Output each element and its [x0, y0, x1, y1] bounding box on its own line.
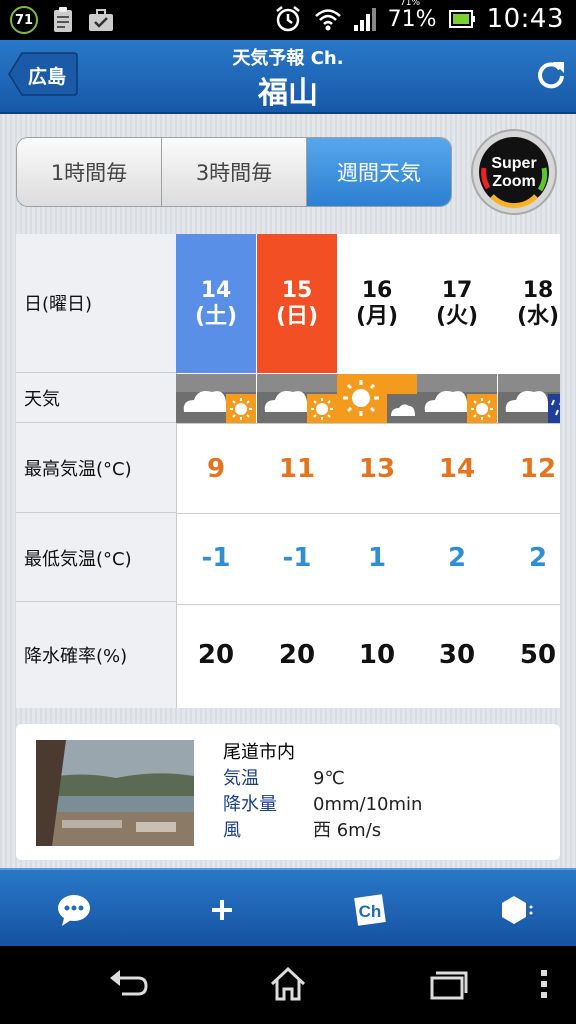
day-header: 14 (土): [176, 234, 256, 373]
hexagon-icon[interactable]: [496, 890, 536, 930]
super-zoom-line1: Super: [491, 155, 536, 172]
camera-info-value: 0mm/10min: [313, 794, 423, 815]
home-nav-icon[interactable]: [268, 966, 308, 1002]
menu-nav-icon[interactable]: [538, 966, 550, 1002]
plus-icon[interactable]: [202, 890, 242, 930]
signal-icon: [353, 8, 376, 31]
wifi-icon: [314, 9, 341, 31]
tab-weekly[interactable]: 週間天気: [307, 138, 451, 206]
ch-icon-label: Ch: [359, 902, 382, 921]
camera-info-value: 9℃: [313, 768, 345, 789]
min-temp: 2: [447, 543, 467, 573]
row-labels: 日(曜日) 天気 最高気温(°C) 最低気温(°C) 降水確率(%): [16, 234, 177, 708]
max-temp: 13: [358, 453, 396, 484]
sunny-then-cloudy-icon: [337, 374, 417, 423]
camera-info-row: 降水量 0mm/10min: [223, 792, 422, 818]
row-label-weather: 天気: [16, 374, 176, 423]
row-label-precip: 降水確率(%): [24, 646, 128, 667]
alarm-icon: [275, 6, 300, 32]
camera-location: 尾道市内: [223, 742, 295, 763]
super-zoom-line2: Zoom: [492, 173, 536, 190]
row-label-day: 日(曜日): [16, 234, 176, 373]
day-column[interactable]: 17 (火) 14 2 30: [417, 234, 497, 708]
weekly-forecast-table: 日(曜日) 天気 最高気温(°C) 最低気温(°C) 降水確率(%) 14 (土…: [16, 234, 560, 708]
max-temp: 12: [519, 453, 557, 484]
forecast-mode-tabs: 1時間毎 3時間毎 週間天気: [16, 137, 452, 207]
bottom-toolbar: Ch: [0, 868, 576, 948]
min-temp: -1: [282, 543, 312, 573]
battery-percent: 71%: [387, 6, 437, 32]
precip-chance: 30: [438, 640, 476, 670]
day-column[interactable]: 15 (日) 11 -1 20: [257, 234, 337, 708]
day-date: 16: [361, 277, 393, 303]
camera-info-row: 風 西 6m/s: [223, 818, 422, 844]
day-header: 16 (月): [337, 234, 417, 373]
max-temp: 14: [438, 453, 476, 484]
camera-info-value: 西 6m/s: [313, 820, 382, 841]
day-date: 17: [441, 277, 473, 303]
cloudy-then-rain-icon: [498, 374, 560, 423]
day-date: 15: [281, 277, 313, 303]
status-bar: 71 71% 71% 10:43: [0, 0, 576, 40]
cloudy-then-sunny-icon: [176, 374, 256, 423]
precip-chance: 20: [278, 640, 316, 670]
cloudy-then-sunny-icon: [257, 374, 337, 423]
min-temp: 2: [528, 543, 548, 573]
live-camera-card[interactable]: 尾道市内 気温 9℃ 降水量 0mm/10min 風 西 6m/s: [16, 724, 560, 860]
max-temp: 9: [206, 453, 226, 484]
day-weekday: (月): [355, 303, 399, 329]
max-temp: 11: [278, 453, 316, 484]
page-title: 福山: [258, 76, 318, 111]
cloudy-then-sunny-icon: [417, 374, 497, 423]
clipboard-icon: [54, 7, 72, 32]
day-column[interactable]: 16 (月) 13 1 10: [337, 234, 417, 708]
day-column[interactable]: 14 (土) 9 -1 20: [176, 234, 256, 708]
recents-nav-icon[interactable]: [428, 966, 468, 1002]
min-temp: 1: [367, 543, 387, 573]
ch-icon[interactable]: Ch: [350, 890, 390, 930]
day-header: 17 (火): [417, 234, 497, 373]
day-weekday: (日): [275, 303, 319, 329]
chat-bubble-icon[interactable]: [54, 890, 94, 930]
day-column[interactable]: 18 (水) 12 2 50: [498, 234, 560, 708]
day-weekday: (火): [435, 303, 479, 329]
camera-info-key: 気温: [223, 768, 259, 789]
day-date: 14: [200, 277, 232, 303]
refresh-icon[interactable]: [534, 58, 568, 92]
precip-chance: 20: [197, 640, 235, 670]
briefcase-check-icon: [89, 9, 113, 31]
precip-chance: 10: [358, 640, 396, 670]
clock: 10:43: [486, 4, 564, 34]
camera-info-row: 気温 9℃: [223, 766, 422, 792]
tab-hourly[interactable]: 1時間毎: [17, 138, 162, 206]
super-zoom-button[interactable]: Super Zoom: [470, 128, 558, 216]
live-camera-info: 尾道市内 気温 9℃ 降水量 0mm/10min 風 西 6m/s: [223, 740, 422, 844]
tab-3hourly[interactable]: 3時間毎: [162, 138, 307, 206]
camera-info-key: 降水量: [223, 794, 277, 815]
battery-icon: [448, 10, 475, 28]
day-header: 15 (日): [257, 234, 337, 373]
notification-badge: 71: [10, 6, 38, 34]
day-weekday: (水): [516, 303, 560, 329]
day-header: 18 (水): [498, 234, 560, 373]
live-camera-image[interactable]: [36, 740, 194, 846]
camera-info-key: 風: [223, 820, 241, 841]
day-date: 18: [522, 277, 554, 303]
day-weekday: (土): [194, 303, 238, 329]
min-temp: -1: [201, 543, 231, 573]
precip-chance: 50: [519, 640, 557, 670]
row-label-max-temp: 最高気温(°C): [16, 424, 176, 513]
system-nav-bar: [0, 946, 576, 1024]
header-subtitle: 天気予報 Ch.: [232, 48, 344, 69]
app-header: 広島 天気予報 Ch. 福山: [0, 40, 576, 114]
back-nav-icon[interactable]: [108, 966, 150, 1002]
row-label-min-temp: 最低気温(°C): [16, 514, 176, 602]
